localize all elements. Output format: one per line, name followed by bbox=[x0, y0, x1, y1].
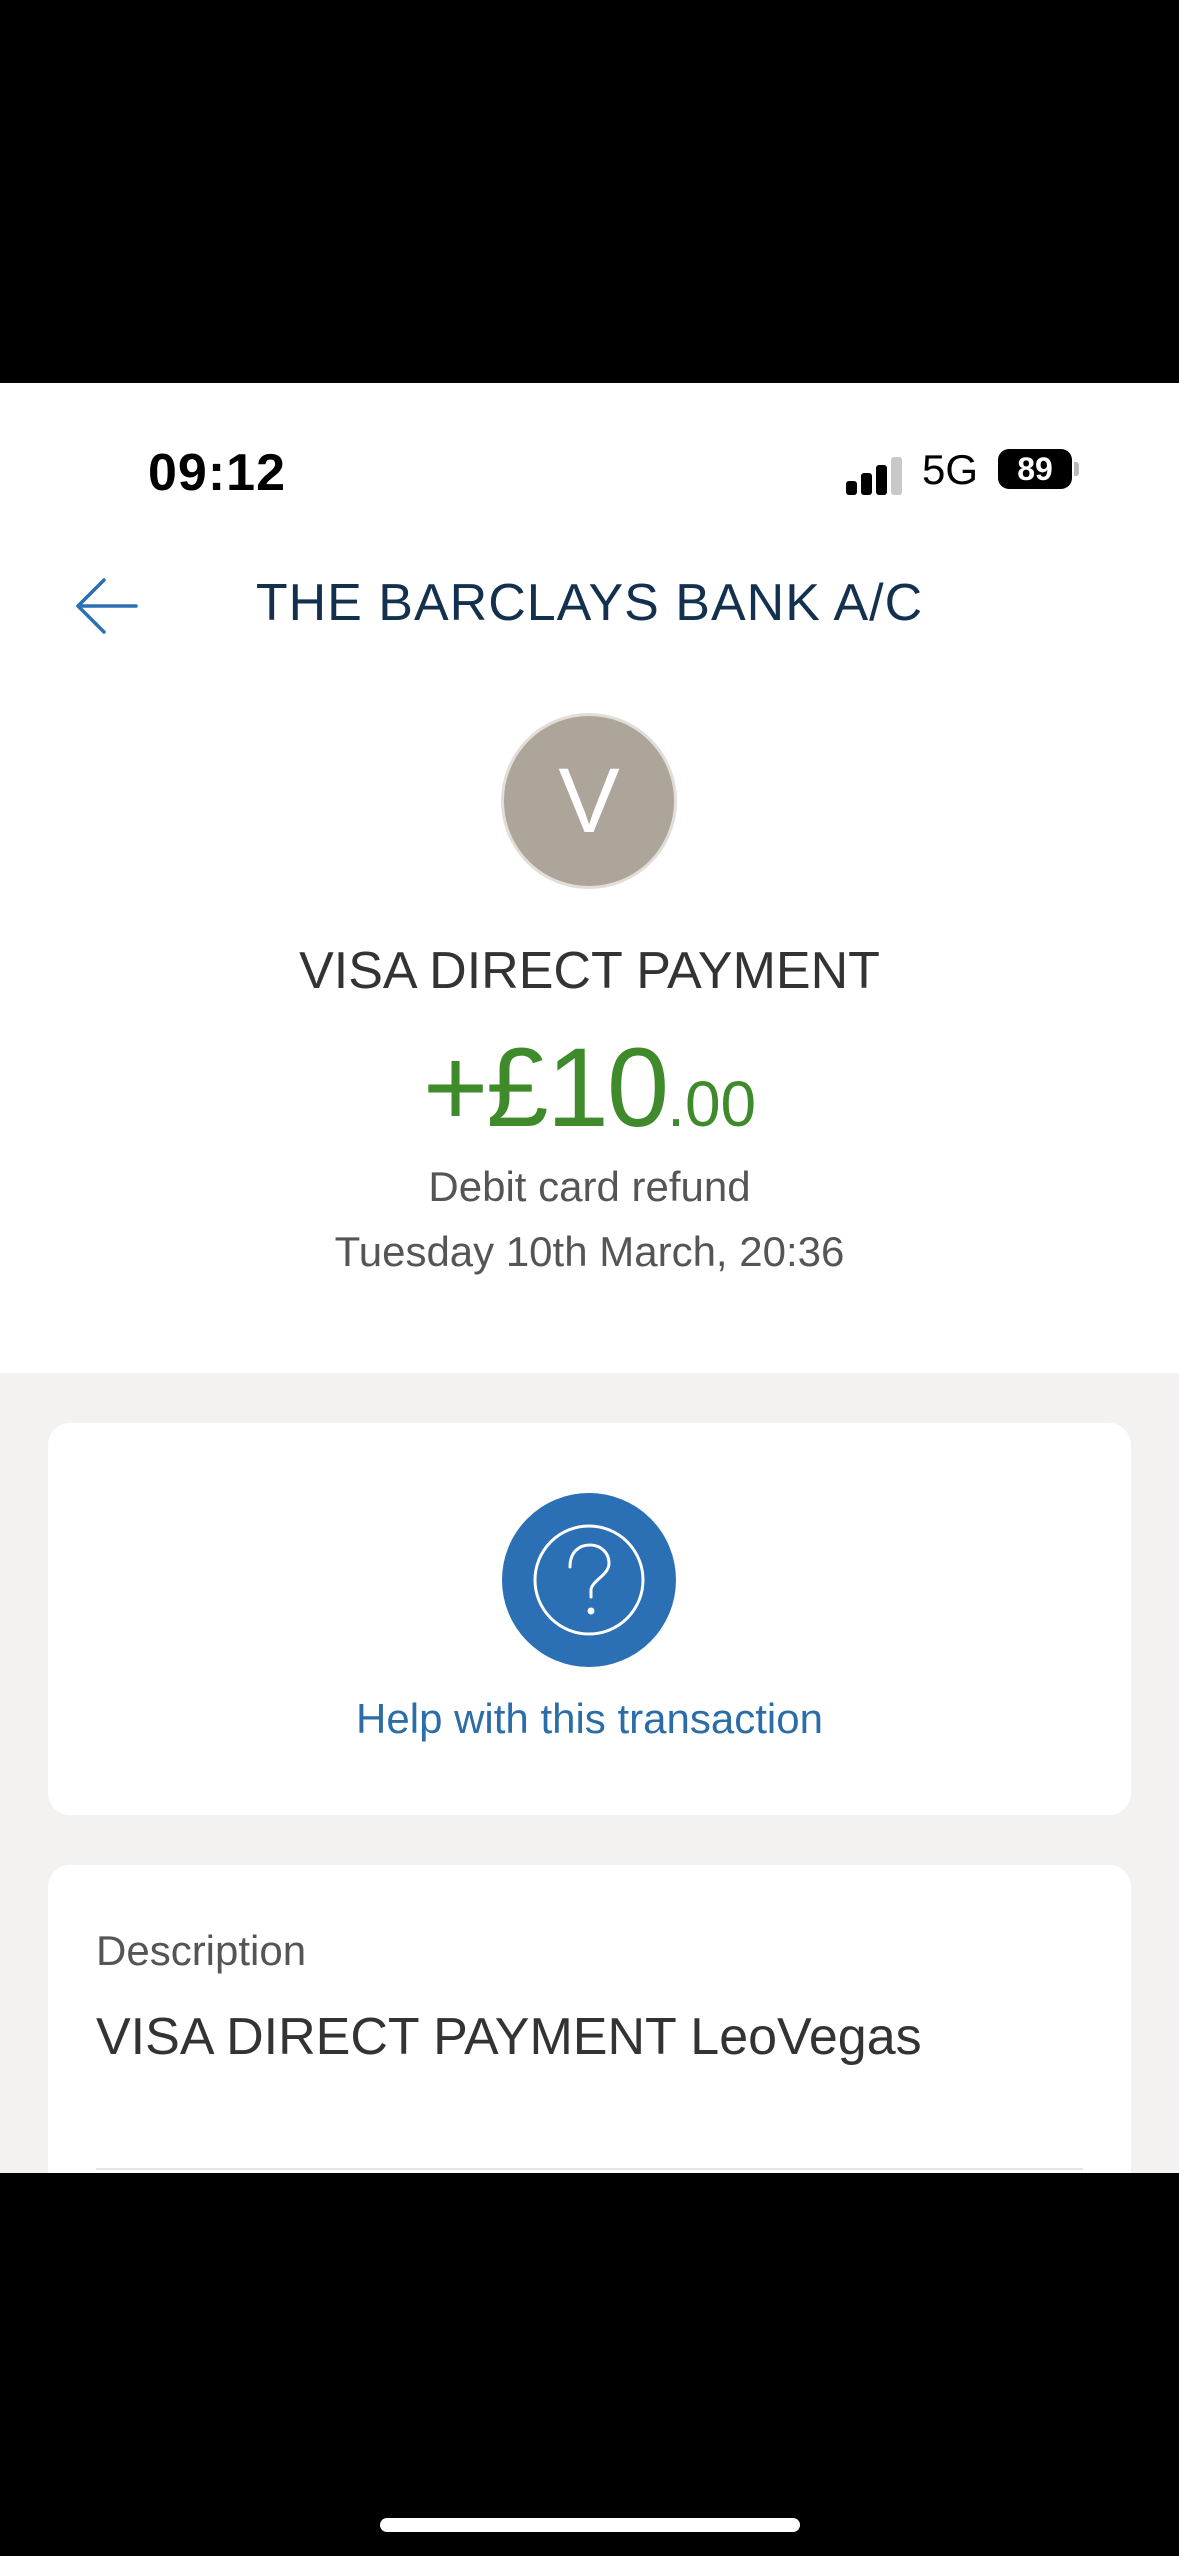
app-screen: 09:12 5G 89 THE BARCLAYS BANK A/C V VISA… bbox=[0, 383, 1179, 2173]
transaction-summary: V VISA DIRECT PAYMENT +£10.00 Debit card… bbox=[0, 683, 1179, 1373]
home-indicator[interactable] bbox=[380, 2518, 800, 2532]
divider bbox=[96, 2168, 1083, 2170]
status-time: 09:12 bbox=[148, 444, 286, 502]
transaction-amount: +£10.00 bbox=[0, 1023, 1179, 1152]
description-label: Description bbox=[96, 1927, 307, 1974]
transaction-datetime: Tuesday 10th March, 20:36 bbox=[334, 1228, 845, 1275]
signal-icon bbox=[846, 455, 904, 495]
amount-pence: .00 bbox=[667, 1068, 757, 1140]
merchant-name: VISA DIRECT PAYMENT bbox=[299, 942, 880, 1000]
battery-level: 89 bbox=[1017, 451, 1053, 487]
help-card[interactable]: Help with this transaction bbox=[48, 1423, 1131, 1815]
status-bar: 09:12 5G 89 bbox=[0, 383, 1179, 523]
description-card: Description VISA DIRECT PAYMENT LeoVegas bbox=[48, 1865, 1131, 2173]
battery-icon: 89 bbox=[998, 449, 1072, 489]
transaction-type: Debit card refund bbox=[428, 1163, 751, 1210]
merchant-avatar: V bbox=[501, 713, 677, 889]
details-area: Help with this transaction Description V… bbox=[0, 1373, 1179, 2173]
nav-bar: THE BARCLAYS BANK A/C bbox=[0, 553, 1179, 663]
help-icon[interactable] bbox=[502, 1493, 676, 1667]
amount-main: +£10 bbox=[422, 1025, 669, 1150]
description-value: VISA DIRECT PAYMENT LeoVegas bbox=[96, 2008, 922, 2066]
page-title: THE BARCLAYS BANK A/C bbox=[255, 574, 924, 632]
network-type: 5G bbox=[922, 446, 979, 493]
help-link[interactable]: Help with this transaction bbox=[48, 1695, 1131, 1743]
battery-tip bbox=[1074, 462, 1079, 476]
